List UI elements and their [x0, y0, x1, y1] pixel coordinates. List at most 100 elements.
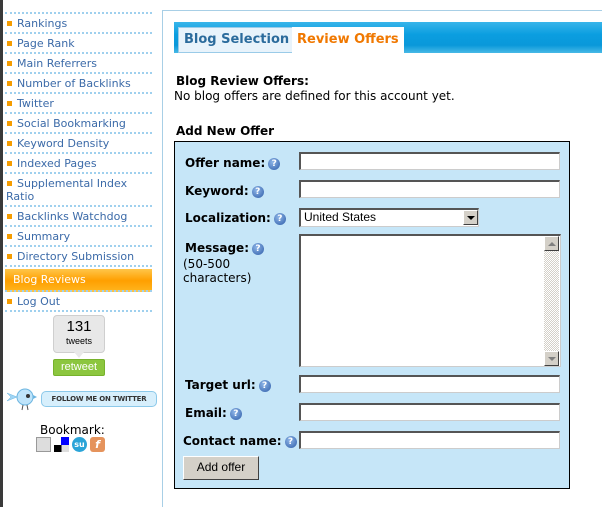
contact-name-input[interactable] [299, 431, 560, 449]
retweet-button[interactable]: retweet [53, 359, 105, 376]
localization-select[interactable]: United States [299, 208, 479, 227]
bullet-icon [7, 181, 12, 186]
offers-title: Blog Review Offers: [176, 74, 309, 88]
sidebar-item-label: Keyword Density [17, 137, 110, 150]
sidebar-item-backlinks-watchdog[interactable]: Backlinks Watchdog [5, 207, 152, 227]
label-text: Email: [185, 406, 227, 420]
email-input[interactable] [299, 403, 560, 421]
sidebar-item-label: Backlinks Watchdog [17, 210, 128, 223]
sidebar-item-label: Rankings [17, 17, 68, 30]
bullet-icon [7, 121, 12, 126]
sidebar-item-summary[interactable]: Summary [5, 227, 152, 247]
chevron-down-icon[interactable] [463, 210, 478, 225]
bullet-icon [7, 161, 12, 166]
form-title: Add New Offer [176, 124, 275, 138]
furl-icon[interactable]: f [90, 437, 105, 452]
bullet-icon [7, 254, 12, 259]
bullet-icon [7, 61, 12, 66]
label-text: Target url: [185, 378, 256, 392]
tab-bar: Blog Selection Review Offers [174, 22, 602, 54]
offer-name-input[interactable] [299, 152, 560, 170]
sidebar-item-label: Social Bookmarking [17, 117, 126, 130]
sidebar-item-log-out[interactable]: Log Out [5, 292, 152, 312]
email-label: Email:? [185, 406, 242, 420]
sidebar-item-directory-submission[interactable]: Directory Submission [5, 247, 152, 267]
follow-on-twitter-link[interactable]: FOLLOW ME ON TWITTER [7, 387, 157, 411]
message-hint-line2: characters) [183, 271, 252, 285]
sidebar-item-twitter[interactable]: Twitter [5, 94, 152, 114]
help-icon[interactable]: ? [229, 407, 242, 420]
contact-name-label: Contact name:? [183, 434, 297, 448]
bullet-icon [7, 101, 12, 106]
sidebar-item-main-referrers[interactable]: Main Referrers [5, 54, 152, 74]
sidebar-item-supplemental-index-ratio[interactable]: Supplemental Index Ratio [5, 174, 152, 207]
label-text: Message: [185, 241, 249, 255]
sidebar-item-number-of-backlinks[interactable]: Number of Backlinks [5, 74, 152, 94]
bullet-icon [7, 234, 12, 239]
offer-name-label: Offer name:? [185, 156, 281, 170]
tab-review-offers[interactable]: Review Offers [292, 27, 404, 54]
label-text: Localization: [185, 211, 271, 225]
bullet-icon [7, 81, 12, 86]
scroll-down-icon[interactable] [544, 351, 559, 366]
scroll-up-icon[interactable] [544, 236, 559, 251]
help-icon[interactable]: ? [258, 379, 271, 392]
sidebar-item-social-bookmarking[interactable]: Social Bookmarking [5, 114, 152, 134]
delicious-icon[interactable] [54, 437, 69, 452]
target-url-input[interactable] [299, 375, 560, 393]
keyword-input[interactable] [299, 180, 560, 198]
offers-empty-text: No blog offers are defined for this acco… [174, 89, 455, 103]
tweet-count-label: tweets [65, 336, 92, 346]
help-icon[interactable]: ? [252, 242, 264, 255]
message-hint-line1: (50-500 [183, 257, 231, 271]
scrollbar[interactable] [544, 236, 559, 366]
sidebar-item-label: Page Rank [17, 37, 75, 50]
sidebar-item-page-rank[interactable]: Page Rank [5, 34, 152, 54]
label-text: Offer name: [185, 156, 266, 170]
label-text: Contact name: [183, 434, 282, 448]
message-hint: (50-500 characters) [183, 257, 251, 285]
label-text: Keyword: [185, 184, 249, 198]
sidebar-item-blog-reviews[interactable]: Blog Reviews [5, 269, 152, 292]
sidebar-item-label: Number of Backlinks [17, 77, 131, 90]
help-icon[interactable]: ? [284, 435, 297, 448]
sidebar-item-label: Blog Reviews [13, 273, 86, 286]
content-border-top [162, 10, 602, 11]
tweet-count: 131 [66, 318, 92, 335]
help-icon[interactable]: ? [273, 212, 286, 225]
follow-label: FOLLOW ME ON TWITTER [41, 391, 157, 407]
target-url-label: Target url:? [185, 378, 271, 392]
bookmark-label: Bookmark: [40, 423, 105, 437]
sidebar-item-rankings[interactable]: Rankings [5, 14, 152, 34]
sidebar-item-label: Supplemental Index Ratio [6, 177, 128, 203]
keyword-label: Keyword:? [185, 184, 264, 198]
sidebar-item-label: Twitter [17, 97, 54, 110]
bullet-icon [7, 141, 12, 146]
tab-blog-selection[interactable]: Blog Selection [178, 27, 296, 53]
help-icon[interactable]: ? [251, 185, 264, 198]
bullet-icon [7, 21, 12, 26]
message-label: Message:? [185, 241, 264, 255]
add-offer-button[interactable]: Add offer [183, 456, 259, 480]
sidebar-item-indexed-pages[interactable]: Indexed Pages [5, 154, 152, 174]
bullet-icon [7, 41, 12, 46]
message-textarea[interactable] [299, 234, 561, 367]
sidebar-item-label: Main Referrers [17, 57, 97, 70]
sidebar-nav: Rankings Page Rank Main Referrers Number… [5, 0, 152, 312]
sidebar-item-keyword-density[interactable]: Keyword Density [5, 134, 152, 154]
myweb-icon[interactable] [36, 437, 51, 452]
bullet-icon [7, 299, 12, 304]
twitter-bird-icon [7, 388, 37, 411]
sidebar-item-label: Indexed Pages [17, 157, 97, 170]
stumbleupon-icon[interactable]: su [72, 437, 87, 452]
bullet-icon [7, 214, 12, 219]
tweet-counter: 131 tweets [53, 315, 105, 358]
sidebar-item-label: Directory Submission [17, 250, 135, 263]
window-left-edge [0, 0, 3, 507]
help-icon[interactable]: ? [268, 157, 281, 170]
localization-label: Localization:? [185, 211, 286, 225]
sidebar-item-label: Summary [17, 230, 71, 243]
localization-value: United States [304, 210, 377, 224]
content-border [162, 10, 163, 507]
sidebar-item-label: Log Out [17, 295, 61, 308]
